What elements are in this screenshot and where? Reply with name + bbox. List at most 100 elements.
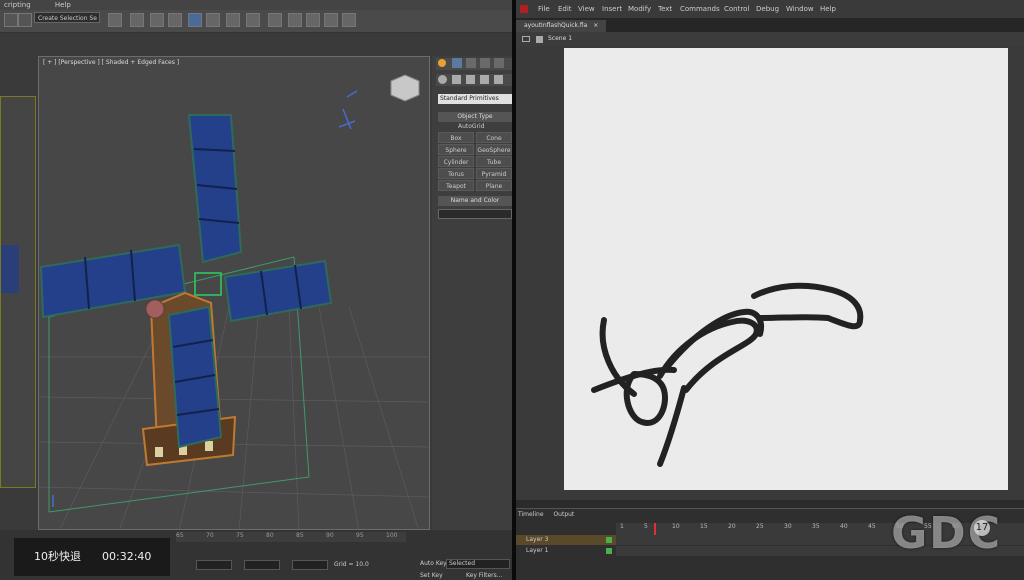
tool-icon[interactable] — [342, 13, 356, 27]
modify-tab-icon[interactable] — [452, 58, 462, 68]
flash-app-icon — [520, 5, 528, 13]
scene-name: Scene 1 — [548, 35, 573, 42]
key-filters-button[interactable]: Key Filters... — [466, 572, 503, 579]
close-icon[interactable]: × — [593, 22, 598, 29]
menu-item-help[interactable]: Help — [55, 1, 71, 9]
gdc-logo-number: 17 — [974, 520, 990, 536]
max-menu-bar: cripting Help — [0, 0, 512, 10]
torus-button[interactable]: Torus — [438, 168, 474, 179]
motion-tab-icon[interactable] — [480, 58, 490, 68]
sketch-stroke — [751, 282, 864, 330]
layer-color-icon[interactable] — [606, 537, 612, 543]
menu-view[interactable]: View — [578, 0, 595, 18]
create-category-icons — [436, 74, 512, 86]
lights-icon[interactable] — [466, 75, 475, 84]
rewind-10s-button[interactable]: 10秒快退 — [34, 538, 81, 576]
windmill-scene — [39, 74, 429, 529]
timeline-tabs: Timeline Output — [516, 511, 574, 521]
pyramid-button[interactable]: Pyramid — [476, 168, 512, 179]
auto-key-button[interactable]: Auto Key — [420, 560, 447, 567]
flash-menu-bar: File Edit View Insert Modify Text Comman… — [516, 0, 1024, 18]
teapot-button[interactable]: Teapot — [438, 180, 474, 191]
category-dropdown[interactable]: Standard Primitives — [438, 94, 512, 104]
layer-icon[interactable] — [150, 13, 164, 27]
menu-insert[interactable]: Insert — [602, 0, 622, 18]
sphere-button[interactable]: Sphere — [438, 144, 474, 155]
set-key-button[interactable]: Set Key — [420, 572, 443, 579]
helpers-icon[interactable] — [494, 75, 503, 84]
track-ruler: 65 70 75 80 85 90 95 100 — [176, 532, 406, 542]
video-overlay: 10秒快退 00:32:40 — [14, 538, 170, 576]
flash-window: File Edit View Insert Modify Text Comman… — [516, 0, 1024, 580]
selection-set-dropdown[interactable]: Create Selection Se — [34, 12, 100, 23]
perspective-viewport[interactable]: [ + ] [Perspective ] [ Shaded + Edged Fa… — [38, 56, 430, 530]
box-button[interactable]: Box — [438, 132, 474, 143]
side-viewport[interactable] — [0, 96, 36, 488]
tube-button[interactable]: Tube — [476, 156, 512, 167]
shapes-icon[interactable] — [452, 75, 461, 84]
tab-timeline[interactable]: Timeline — [518, 511, 544, 518]
timeline-controls[interactable] — [616, 571, 856, 579]
max-main-toolbar: Create Selection Se — [0, 10, 512, 33]
menu-edit[interactable]: Edit — [558, 0, 572, 18]
menu-window[interactable]: Window — [786, 0, 814, 18]
menu-help[interactable]: Help — [820, 0, 836, 18]
toolbar-icon[interactable] — [4, 13, 18, 27]
plane-button[interactable]: Plane — [476, 180, 512, 191]
blade-top — [187, 114, 243, 264]
scene-explorer-icon[interactable] — [168, 13, 182, 27]
geometry-icon[interactable] — [438, 75, 447, 84]
layer-name[interactable]: Layer 1 — [526, 546, 548, 556]
menu-modify[interactable]: Modify — [628, 0, 651, 18]
menu-debug[interactable]: Debug — [756, 0, 779, 18]
sketch-drawing — [591, 282, 864, 467]
command-panel-tabs — [436, 58, 512, 70]
graph-editor-icon[interactable] — [188, 13, 202, 27]
geosphere-button[interactable]: GeoSphere — [476, 144, 512, 155]
cameras-icon[interactable] — [480, 75, 489, 84]
mirror-icon[interactable] — [108, 13, 122, 27]
tab-output[interactable]: Output — [553, 511, 574, 518]
align-icon[interactable] — [130, 13, 144, 27]
playhead[interactable] — [654, 523, 656, 535]
display-tab-icon[interactable] — [494, 58, 504, 68]
layer-color-icon[interactable] — [606, 548, 612, 554]
hierarchy-tab-icon[interactable] — [466, 58, 476, 68]
menu-file[interactable]: File — [538, 0, 550, 18]
stage-canvas[interactable] — [564, 48, 1008, 490]
autogrid-checkbox[interactable]: AutoGrid — [458, 123, 485, 130]
scene-bar: Scene 1 — [516, 32, 1024, 46]
document-tab-bar: ayoutInflashQuick.fla × — [516, 18, 1024, 32]
menu-item-scripting[interactable]: cripting — [4, 1, 31, 9]
menu-control[interactable]: Control — [724, 0, 749, 18]
object-name-field[interactable] — [438, 209, 512, 219]
y-coordinate-field[interactable] — [244, 560, 280, 570]
menu-text[interactable]: Text — [658, 0, 672, 18]
back-arrow-icon[interactable] — [522, 36, 530, 42]
render-setup-icon[interactable] — [226, 13, 240, 27]
tool-icon[interactable] — [324, 13, 338, 27]
object-type-rollout[interactable]: Object Type — [438, 112, 512, 122]
create-tab-icon[interactable] — [438, 59, 446, 67]
cylinder-button[interactable]: Cylinder — [438, 156, 474, 167]
z-coordinate-field[interactable] — [292, 560, 328, 570]
cone-button[interactable]: Cone — [476, 132, 512, 143]
toolbar-icon[interactable] — [18, 13, 32, 27]
activeshade-icon[interactable] — [306, 13, 320, 27]
x-coordinate-field[interactable] — [196, 560, 232, 570]
name-color-rollout[interactable]: Name and Color — [438, 196, 512, 206]
render-icon[interactable] — [268, 13, 282, 27]
render-frame-icon[interactable] — [246, 13, 260, 27]
scene-icon — [536, 36, 543, 43]
menu-commands[interactable]: Commands — [680, 0, 720, 18]
command-panel: Standard Primitives Object Type AutoGrid… — [432, 56, 512, 530]
document-tab[interactable]: ayoutInflashQuick.fla × — [516, 20, 607, 32]
max-window: cripting Help Create Selection Se [ + ] … — [0, 0, 512, 580]
layer-name[interactable]: Layer 3 — [526, 535, 548, 545]
viewcube-icon — [338, 74, 420, 130]
render-iterative-icon[interactable] — [288, 13, 302, 27]
key-mode-dropdown[interactable]: Selected — [446, 559, 510, 569]
grid-size-label: Grid = 10.0 — [334, 561, 369, 568]
material-editor-icon[interactable] — [206, 13, 220, 27]
sketch-stroke — [623, 371, 668, 426]
